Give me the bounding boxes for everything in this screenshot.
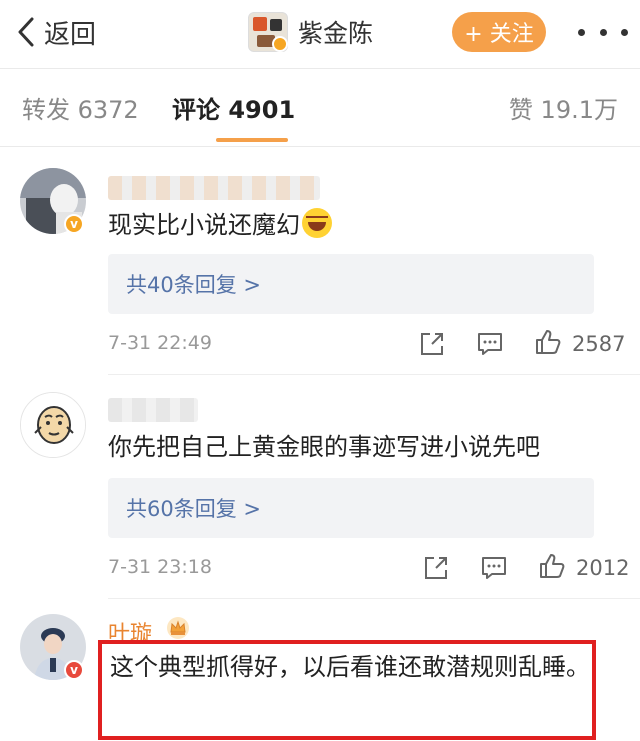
thumbs-up-icon[interactable] [534, 328, 562, 356]
reply-thread-link[interactable]: 共40条回复 > [108, 254, 594, 314]
chevron-left-icon [18, 17, 34, 47]
crown-icon [167, 617, 189, 639]
username-blurred [108, 176, 320, 200]
follow-button[interactable]: + 关注 [452, 12, 546, 52]
comment-icon[interactable] [476, 330, 504, 358]
tab-repost[interactable]: 转发 6372 [22, 90, 139, 125]
top-navbar: 返回 紫金陈 + 关注 [0, 0, 640, 64]
reply-count: 共60条回复 > [126, 497, 261, 521]
reply-thread-link[interactable]: 共60条回复 > [108, 478, 594, 538]
page-title: 紫金陈 [298, 19, 374, 48]
share-icon[interactable] [422, 554, 450, 582]
profile-title[interactable]: 紫金陈 [248, 8, 373, 56]
comment-time: 7-31 22:49 [108, 332, 212, 354]
comment-text: 这个典型抓得好，以后看谁还敢潜规则乱睡。 [110, 653, 590, 681]
comment-icon[interactable] [480, 554, 508, 582]
back-label: 返回 [44, 19, 97, 50]
like-count: 2587 [572, 332, 626, 356]
comment-text: 现实比小说还魔幻 [108, 206, 332, 244]
divider [108, 598, 640, 599]
thumbs-up-icon[interactable] [538, 552, 566, 580]
comment-text: 你先把自己上黄金眼的事迹写进小说先吧 [108, 433, 540, 461]
back-button[interactable]: 返回 [14, 12, 96, 52]
divider [0, 146, 640, 147]
verified-badge-icon: v [64, 660, 84, 680]
avatar[interactable] [20, 392, 86, 458]
username-blurred [108, 398, 198, 422]
share-icon[interactable] [418, 330, 446, 358]
more-dots-icon[interactable] [578, 12, 628, 52]
comment-time: 7-31 23:18 [108, 556, 212, 578]
tab-bar: 转发 6372 评论 4901 赞 19.1万 [0, 72, 640, 144]
verified-badge-icon: v [64, 214, 84, 234]
verified-badge-icon [272, 36, 288, 52]
tab-comment[interactable]: 评论 4901 [172, 90, 295, 125]
laugh-cry-emoji [302, 208, 332, 238]
active-tab-indicator [216, 138, 288, 142]
like-count: 2012 [576, 556, 630, 580]
divider [0, 68, 640, 69]
reply-count: 共40条回复 > [126, 273, 261, 297]
tab-like[interactable]: 赞 19.1万 [509, 90, 618, 125]
divider [108, 374, 640, 375]
